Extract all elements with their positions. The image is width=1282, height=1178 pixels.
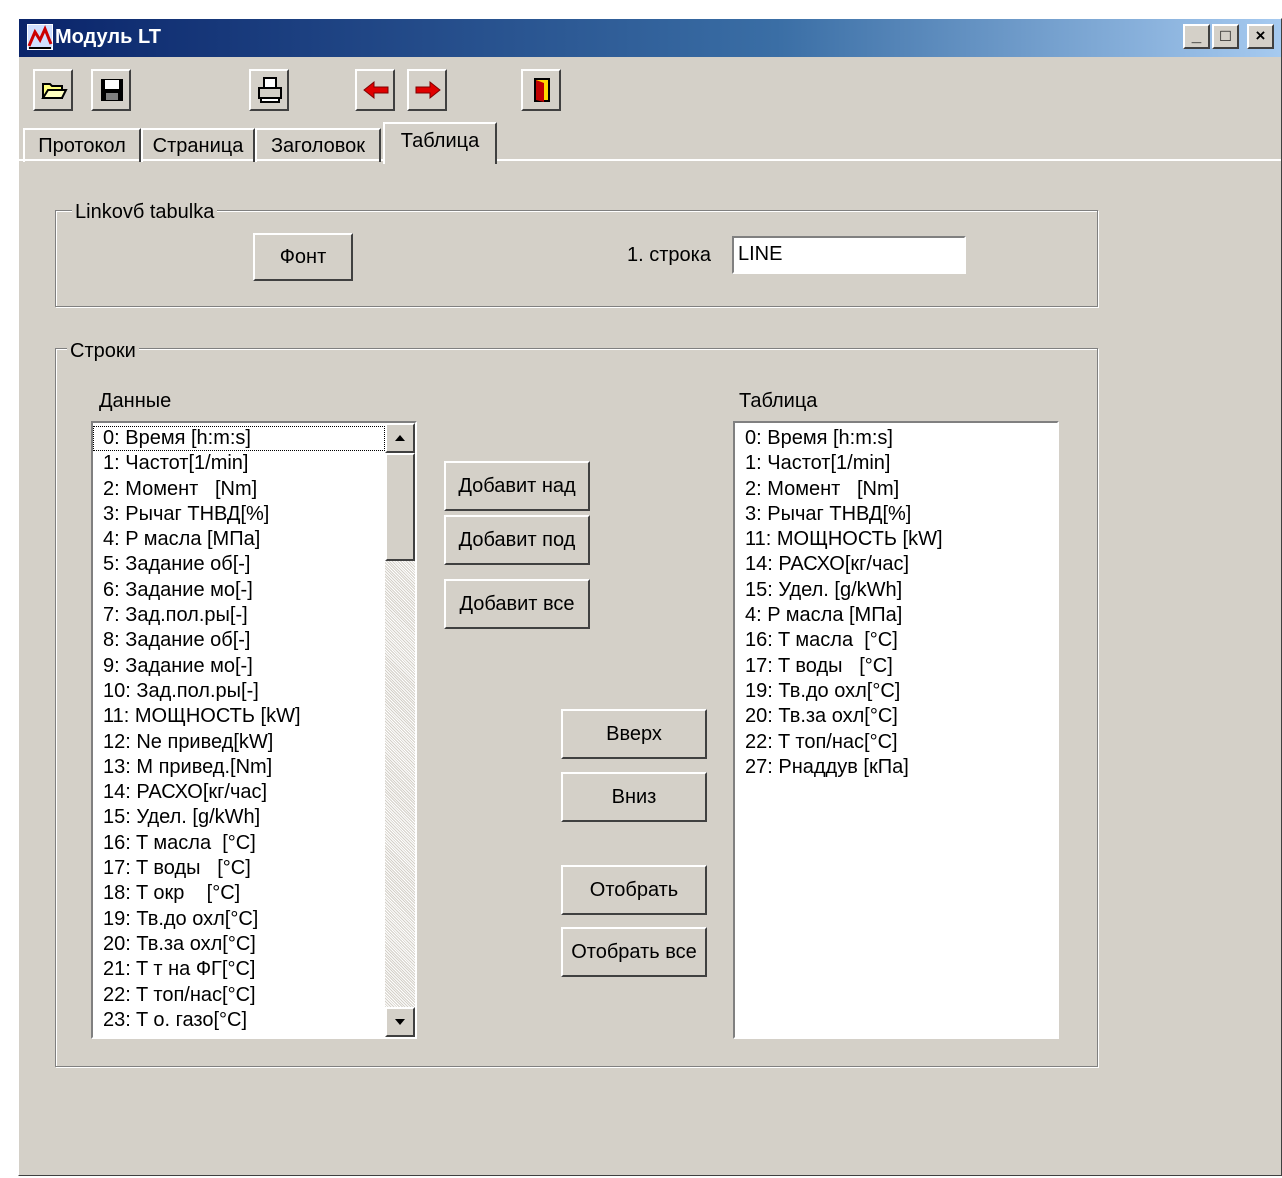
font-button[interactable]: Фонт: [253, 233, 353, 281]
list-item[interactable]: 13: M привед.[Nm]: [93, 755, 385, 780]
list-item[interactable]: 20: Тв.за охл[°C]: [93, 932, 385, 957]
minimize-button[interactable]: _: [1183, 24, 1210, 49]
scroll-down-arrow-icon: [395, 1019, 405, 1025]
list-item[interactable]: 2: Момент [Nm]: [93, 477, 385, 502]
list-item[interactable]: 11: МОЩНОСТЬ [kW]: [93, 704, 385, 729]
list-item[interactable]: 5: Задание об[-]: [93, 552, 385, 577]
data-list-label: Данные: [99, 390, 172, 412]
scroll-up-button[interactable]: [385, 423, 415, 453]
window-title: Модуль LT: [55, 26, 161, 48]
print-icon: [258, 77, 282, 103]
list-item[interactable]: 16: T масла [°C]: [735, 628, 1055, 653]
table-listbox[interactable]: 0: Время [h:m:s] 1: Частот[1/min] 2: Момен…: [733, 421, 1059, 1039]
main-window: Модуль LT _ □ × Протокол Страница Заголо…: [18, 18, 1282, 1176]
add-all-button[interactable]: Добавит все: [444, 579, 590, 629]
list-item[interactable]: 14: РАСХО[кг/час]: [735, 552, 1055, 577]
list-item[interactable]: 3: Рычаг ТНВД[%]: [735, 502, 1055, 527]
exit-door-icon: [534, 78, 550, 102]
minimize-icon: _: [1191, 26, 1202, 45]
toolbar: [19, 59, 1281, 121]
list-item[interactable]: 15: Удел. [g/kWh]: [735, 578, 1055, 603]
move-up-button[interactable]: Вверх: [561, 709, 707, 759]
table-list-label: Таблица: [739, 390, 818, 412]
list-item[interactable]: 11: МОЩНОСТЬ [kW]: [735, 527, 1055, 552]
add-below-button[interactable]: Добавит под: [444, 515, 590, 565]
list-item[interactable]: 14: РАСХО[кг/час]: [93, 780, 385, 805]
list-item[interactable]: 4: P масла [МПа]: [735, 603, 1055, 628]
list-item[interactable]: 2: Момент [Nm]: [735, 477, 1055, 502]
tab-strip: Протокол Страница Заголовок Таблица: [19, 122, 1281, 164]
list-item[interactable]: 4: P масла [МПа]: [93, 527, 385, 552]
list-item[interactable]: 15: Удел. [g/kWh]: [93, 805, 385, 830]
list-item[interactable]: 16: T масла [°C]: [93, 831, 385, 856]
list-item[interactable]: 20: Тв.за охл[°C]: [735, 704, 1055, 729]
maximize-button[interactable]: □: [1212, 24, 1239, 49]
select-all-button[interactable]: Отобрать все: [561, 927, 707, 977]
move-down-button[interactable]: Вниз: [561, 772, 707, 822]
tab-header[interactable]: Заголовок: [255, 128, 381, 162]
next-button[interactable]: [407, 69, 447, 111]
arrow-left-icon: [363, 80, 389, 100]
select-button[interactable]: Отобрать: [561, 865, 707, 915]
list-item[interactable]: 10: Зад.пол.ры[-]: [93, 679, 385, 704]
list-item[interactable]: 12: Ne привед[kW]: [93, 730, 385, 755]
list-item[interactable]: 27: Рнаддув [кПа]: [735, 755, 1055, 780]
app-chart-icon: [27, 24, 53, 50]
list-item[interactable]: 21: T т на ФГ[°C]: [93, 957, 385, 982]
open-folder-icon: [41, 83, 68, 99]
list-item[interactable]: 17: T воды [°C]: [735, 654, 1055, 679]
list-item[interactable]: 22: T топ/нас[°C]: [93, 983, 385, 1008]
list-item[interactable]: 18: T окр [°C]: [93, 881, 385, 906]
save-button[interactable]: [91, 69, 131, 111]
data-scrollbar[interactable]: [385, 423, 415, 1037]
exit-button[interactable]: [521, 69, 561, 111]
list-item[interactable]: 19: Тв.до охл[°C]: [93, 907, 385, 932]
scroll-up-arrow-icon: [395, 435, 405, 441]
open-button[interactable]: [33, 69, 73, 111]
first-row-input[interactable]: LINE: [732, 236, 966, 274]
rows-legend: Строки: [67, 340, 139, 362]
list-item[interactable]: 22: T топ/нас[°C]: [735, 730, 1055, 755]
list-item[interactable]: 17: T воды [°C]: [93, 856, 385, 881]
data-items: 0: Время [h:m:s] 1: Частот[1/min] 2: Момен…: [93, 426, 385, 1033]
add-above-button[interactable]: Добавит над: [444, 461, 590, 511]
title-bar[interactable]: Модуль LT _ □ ×: [19, 19, 1281, 57]
arrow-right-icon: [415, 80, 441, 100]
list-item[interactable]: 1: Частот[1/min]: [735, 451, 1055, 476]
list-item[interactable]: 0: Время [h:m:s]: [735, 426, 1055, 451]
list-item[interactable]: 0: Время [h:m:s]: [93, 426, 385, 452]
tab-table[interactable]: Таблица: [383, 122, 497, 164]
save-icon: [101, 79, 123, 101]
table-items: 0: Время [h:m:s] 1: Частот[1/min] 2: Момен…: [735, 426, 1055, 780]
list-item[interactable]: 8: Задание об[-]: [93, 628, 385, 653]
maximize-icon: □: [1220, 26, 1231, 45]
tab-page[interactable]: Страница: [141, 128, 255, 162]
list-item[interactable]: 3: Рычаг ТНВД[%]: [93, 502, 385, 527]
close-icon: ×: [1255, 26, 1266, 45]
tab-protocol[interactable]: Протокол: [23, 128, 141, 162]
print-button[interactable]: [249, 69, 289, 111]
list-item[interactable]: 19: Тв.до охл[°C]: [735, 679, 1055, 704]
list-item[interactable]: 23: T о. газо[°C]: [93, 1008, 385, 1033]
first-row-label: 1. строка: [627, 244, 711, 266]
list-item[interactable]: 6: Задание мо[-]: [93, 578, 385, 603]
list-item[interactable]: 7: Зад.пол.ры[-]: [93, 603, 385, 628]
line-table-legend: Linkovб tabulka: [72, 201, 218, 223]
list-item[interactable]: 9: Задание мо[-]: [93, 654, 385, 679]
previous-button[interactable]: [355, 69, 395, 111]
list-item[interactable]: 1: Частот[1/min]: [93, 451, 385, 476]
data-listbox[interactable]: 0: Время [h:m:s] 1: Частот[1/min] 2: Момен…: [91, 421, 417, 1039]
scroll-thumb[interactable]: [385, 453, 415, 561]
scroll-down-button[interactable]: [385, 1007, 415, 1037]
close-button[interactable]: ×: [1247, 24, 1274, 49]
